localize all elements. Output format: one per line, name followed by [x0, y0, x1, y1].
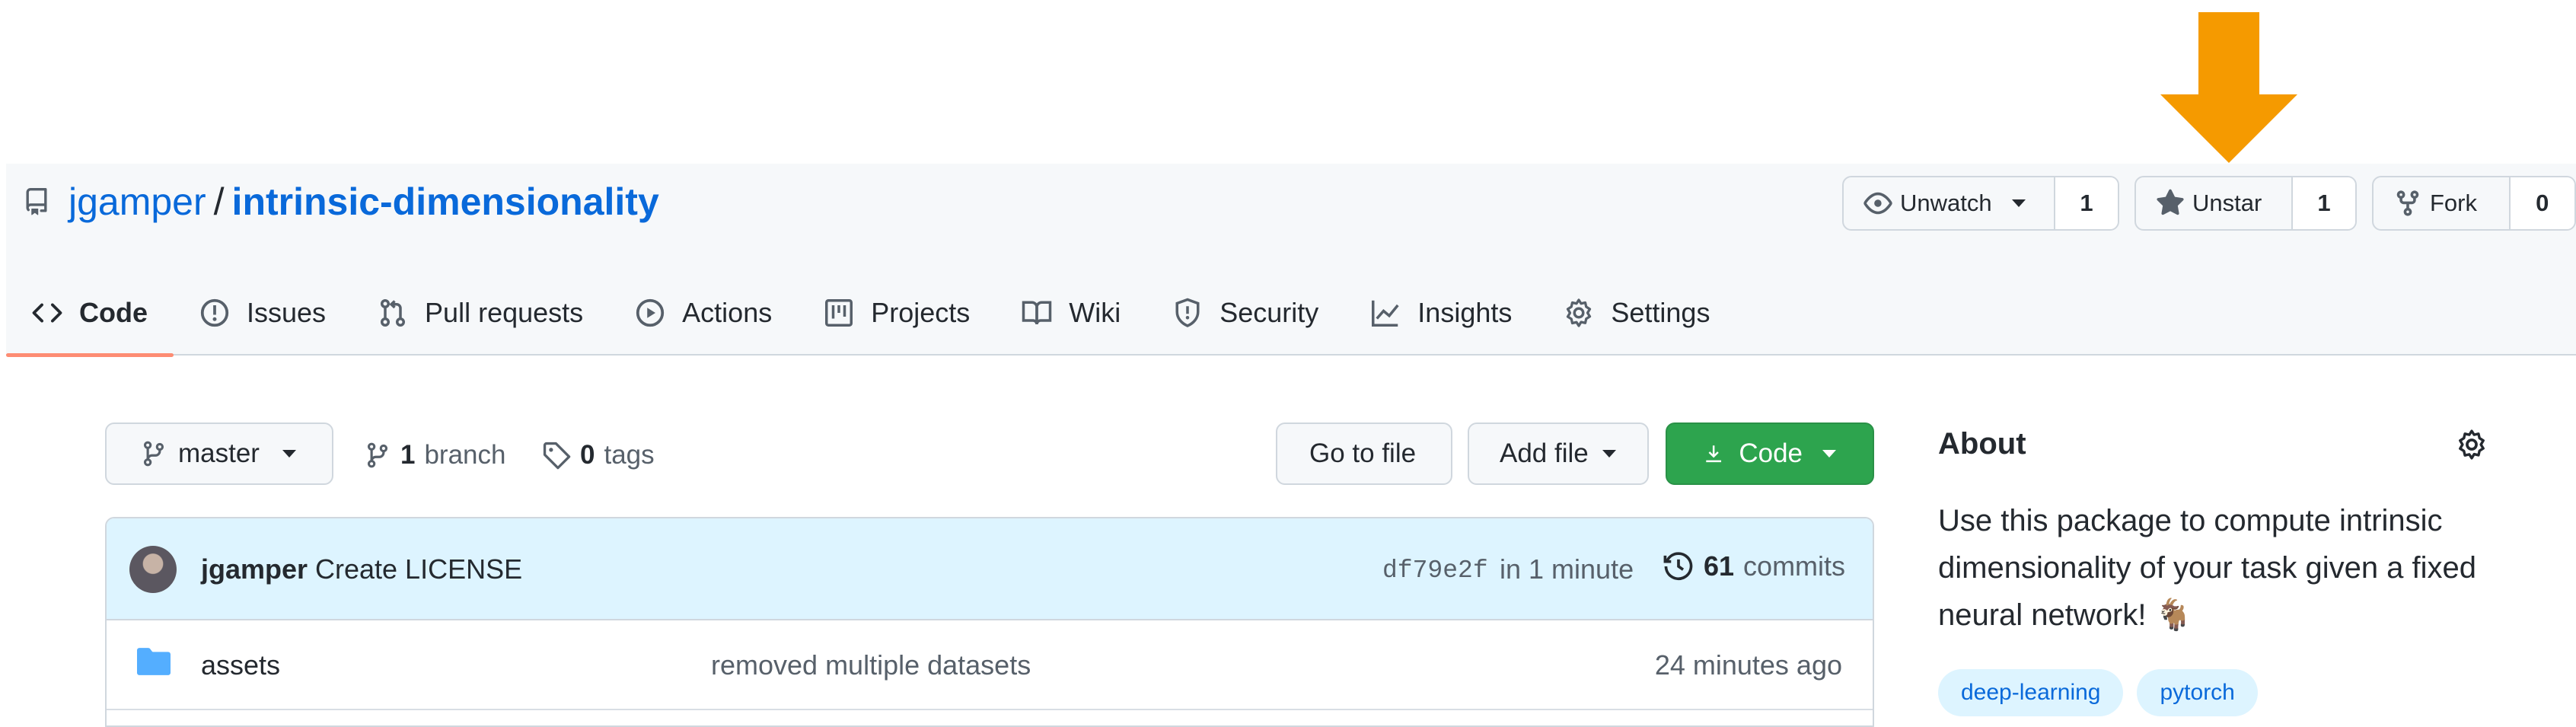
tags-link[interactable]: 0 tags [542, 424, 655, 486]
file-commit-message-link[interactable]: removed multiple datasets [711, 649, 1031, 681]
fork-button[interactable]: Fork [2374, 177, 2509, 229]
about-heading: About [1938, 427, 2026, 461]
project-icon [825, 299, 853, 327]
unstar-label: Unstar [2192, 190, 2262, 216]
tab-label: Security [1219, 297, 1319, 328]
code-download-button[interactable]: Code [1666, 422, 1874, 485]
repo-icon [26, 188, 47, 215]
tag-icon [543, 442, 571, 470]
branch-selector-button[interactable]: master [105, 422, 333, 485]
graph-icon [1372, 300, 1399, 327]
topic-tag[interactable]: pytorch [2137, 669, 2258, 716]
pull-request-icon [381, 299, 406, 327]
tab-label: Settings [1611, 297, 1710, 328]
branch-icon [143, 441, 164, 467]
watchers-count[interactable]: 1 [2054, 177, 2118, 229]
repo-name-link[interactable]: intrinsic-dimensionality [232, 180, 659, 224]
commit-word: commits [1743, 550, 1846, 582]
eye-icon [1863, 192, 1892, 215]
chevron-down-icon [1822, 450, 1836, 458]
topic-list: deep-learning pytorch [1938, 669, 2258, 716]
chevron-down-icon [282, 450, 296, 458]
tab-label: Issues [247, 297, 327, 328]
code-icon [32, 303, 62, 323]
commit-time: in 1 minute [1500, 553, 1634, 585]
tab-wiki[interactable]: Wiki [996, 270, 1146, 356]
avatar[interactable] [129, 546, 177, 593]
repo-header: jgamper / intrinsic-dimensionality Unwat… [6, 164, 2576, 357]
about-description: Use this package to compute intrinsic di… [1938, 504, 2477, 632]
commit-author-link[interactable]: jgamper [201, 553, 308, 585]
book-icon [1022, 301, 1052, 325]
latest-commit-bar: jgamper Create LICENSE df79e2f in 1 minu… [107, 518, 1873, 620]
tab-code[interactable]: Code [6, 270, 174, 357]
stargazers-count[interactable]: 1 [2291, 177, 2355, 229]
branch-word: branch [424, 440, 506, 470]
gear-icon [1567, 298, 1592, 327]
repo-owner-link[interactable]: jgamper [69, 180, 206, 224]
branch-name: master [178, 438, 260, 468]
star-icon [2157, 189, 2184, 215]
repo-main-content: master 1 branch 0 tags Go to file Add fi… [0, 357, 2576, 727]
history-icon [1663, 552, 1693, 581]
commit-message-link[interactable]: Create LICENSE [315, 553, 522, 585]
watch-button-group: Unwatch 1 [1842, 176, 2119, 231]
go-to-file-button[interactable]: Go to file [1276, 422, 1452, 485]
table-row: assets removed multiple datasets 24 minu… [107, 620, 1873, 710]
chevron-down-icon [1602, 450, 1616, 458]
issue-icon [200, 298, 229, 327]
branches-link[interactable]: 1 branch [364, 424, 506, 486]
add-file-label: Add file [1500, 438, 1589, 468]
code-button-label: Code [1739, 438, 1803, 468]
gear-icon[interactable] [2456, 429, 2488, 461]
tab-settings[interactable]: Settings [1538, 270, 1736, 356]
unwatch-label: Unwatch [1900, 190, 1992, 216]
fork-button-group: Fork 0 [2372, 176, 2576, 231]
tab-actions[interactable]: Actions [609, 270, 798, 356]
tab-label: Code [79, 297, 148, 328]
repo-path-separator: / [213, 180, 225, 223]
repo-nav-tabs: Code Issues Pull requests Actions Projec… [6, 270, 1736, 357]
fork-icon [2396, 190, 2419, 216]
tab-label: Projects [871, 297, 971, 328]
unstar-button[interactable]: Unstar [2136, 177, 2291, 229]
repo-title: jgamper / intrinsic-dimensionality [23, 177, 659, 226]
tab-security[interactable]: Security [1146, 270, 1344, 356]
tab-pull-requests[interactable]: Pull requests [352, 270, 609, 356]
tag-count: 0 [580, 440, 595, 470]
shield-icon [1175, 298, 1200, 327]
add-file-button[interactable]: Add file [1468, 422, 1649, 485]
tag-word: tags [604, 440, 655, 470]
file-age: 24 minutes ago [1654, 649, 1842, 681]
annotation-arrow-icon [2160, 12, 2297, 163]
file-name-link[interactable]: assets [201, 649, 280, 681]
chevron-down-icon [2011, 199, 2026, 207]
download-icon [1706, 445, 1722, 463]
tab-insights[interactable]: Insights [1344, 270, 1538, 356]
unwatch-button[interactable]: Unwatch [1844, 177, 2054, 229]
tab-label: Pull requests [425, 297, 584, 328]
play-icon [636, 298, 665, 327]
tab-issues[interactable]: Issues [174, 270, 352, 356]
tab-label: Actions [682, 297, 773, 328]
tab-label: Wiki [1069, 297, 1121, 328]
file-browser: jgamper Create LICENSE df79e2f in 1 minu… [105, 517, 1874, 727]
fork-label: Fork [2430, 190, 2477, 216]
go-to-file-label: Go to file [1309, 438, 1417, 468]
branch-count: 1 [400, 440, 416, 470]
branch-icon [367, 442, 388, 468]
star-button-group: Unstar 1 [2134, 176, 2357, 231]
tab-label: Insights [1417, 297, 1513, 328]
commit-count: 61 [1704, 550, 1735, 582]
folder-icon [137, 648, 171, 675]
forks-count[interactable]: 0 [2508, 177, 2574, 229]
topic-tag[interactable]: deep-learning [1938, 669, 2124, 716]
commits-history-link[interactable]: 61 commits [1663, 550, 1845, 582]
tab-projects[interactable]: Projects [798, 270, 996, 356]
commit-sha-link[interactable]: df79e2f [1382, 556, 1488, 585]
